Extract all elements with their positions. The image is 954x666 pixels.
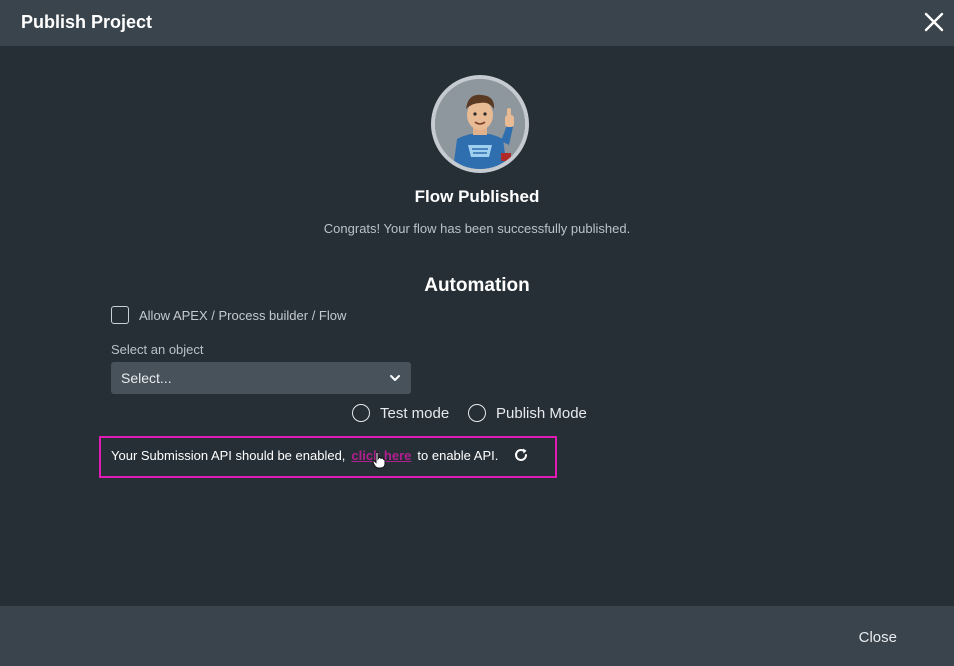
chevron-down-icon [390, 375, 400, 381]
superhero-mascot-icon [435, 79, 525, 169]
radio-publish-mode[interactable]: Publish Mode [468, 404, 587, 422]
avatar [431, 75, 529, 173]
close-icon[interactable] [922, 10, 946, 34]
api-notice-highlight: Your Submission API should be enabled, c… [99, 436, 557, 478]
status-message: Congrats! Your flow has been successfull… [323, 221, 631, 236]
api-notice-text: Your Submission API should be enabled, [111, 447, 346, 463]
hand-cursor-icon [372, 451, 386, 469]
radio-test-label: Test mode [380, 404, 450, 422]
object-select[interactable]: Select... [111, 362, 411, 394]
dialog-body: Flow Published Congrats! Your flow has b… [0, 46, 954, 606]
automation-title: Automation [424, 275, 530, 296]
allow-apex-row[interactable]: Allow APEX / Process builder / Flow [111, 306, 346, 324]
dialog-title: Publish Project [21, 12, 153, 32]
radio-test-circle[interactable] [352, 404, 370, 422]
allow-apex-checkbox[interactable] [111, 306, 129, 324]
close-button[interactable]: Close [859, 629, 897, 646]
api-notice: Your Submission API should be enabled, c… [111, 446, 530, 464]
radio-test-mode[interactable]: Test mode [352, 404, 449, 422]
radio-publish-circle[interactable] [468, 404, 486, 422]
refresh-icon[interactable] [512, 446, 530, 464]
dialog-footer: Close [0, 606, 954, 666]
allow-apex-label: Allow APEX / Process builder / Flow [139, 307, 347, 323]
select-value: Select... [121, 370, 172, 386]
dialog-header: Publish Project [0, 0, 954, 46]
status-title: Flow Published [414, 187, 540, 206]
api-notice-suffix: to enable API. [417, 447, 499, 463]
radio-publish-label: Publish Mode [496, 404, 587, 422]
select-object-label: Select an object [111, 342, 204, 357]
